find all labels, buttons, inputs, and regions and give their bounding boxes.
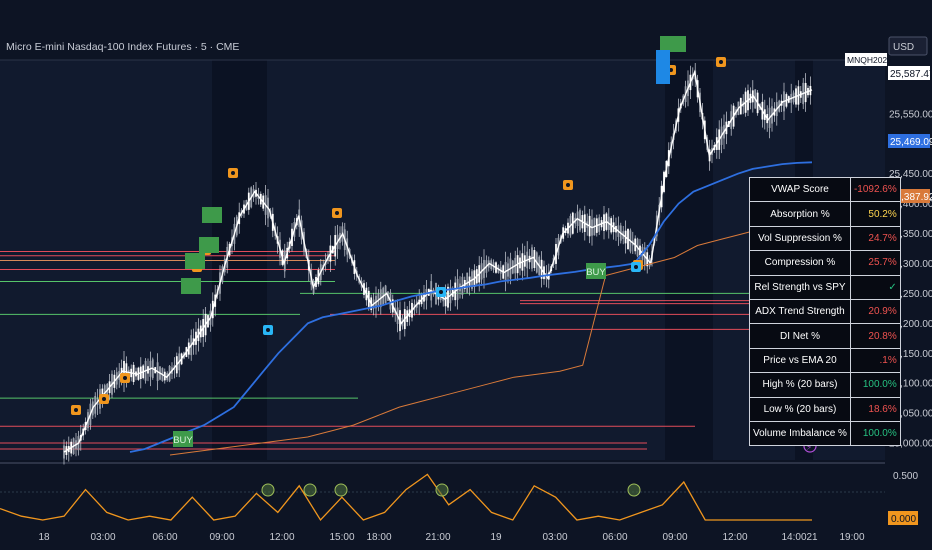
time-tick-label: 18 bbox=[38, 532, 50, 543]
currency-label: USD bbox=[893, 42, 914, 53]
metric-label: ADX Trend Strength bbox=[749, 298, 851, 325]
time-tick-label: 19:00 bbox=[839, 532, 864, 543]
metric-value: 100.0% bbox=[849, 372, 901, 398]
time-tick-label: 19 bbox=[490, 532, 502, 543]
oscillator-marker[interactable] bbox=[627, 483, 641, 497]
time-tick-label: 18:00 bbox=[366, 532, 391, 543]
metric-label: Low % (20 bars) bbox=[749, 396, 851, 422]
time-tick-label: 06:00 bbox=[152, 532, 177, 543]
metric-label: Price vs EMA 20 bbox=[749, 347, 851, 374]
metric-row: Compression % 25.7% bbox=[749, 250, 901, 276]
metric-label: DI Net % bbox=[749, 323, 851, 349]
time-tick-label: 12:00 bbox=[722, 532, 747, 543]
metric-value: -1092.6% bbox=[849, 176, 901, 203]
time-tick-label: 12:00 bbox=[269, 532, 294, 543]
time-tick-label: 03:00 bbox=[90, 532, 115, 543]
signal-box-top[interactable] bbox=[660, 36, 686, 52]
buy-signal-box[interactable] bbox=[202, 207, 222, 223]
oscillator-marker[interactable] bbox=[261, 483, 275, 497]
metric-label: Rel Strength vs SPY bbox=[749, 274, 851, 300]
time-tick-label: 21:00 bbox=[425, 532, 450, 543]
metric-row: Rel Strength vs SPY ✓ bbox=[749, 274, 901, 300]
buy-signal-label: BUY bbox=[586, 267, 606, 278]
signal-dot bbox=[634, 265, 638, 269]
metric-row: VWAP Score -1092.6% bbox=[749, 176, 901, 203]
signal-dot bbox=[123, 376, 127, 380]
time-tick-label: 14:00 bbox=[781, 532, 806, 543]
metric-label: High % (20 bars) bbox=[749, 372, 851, 398]
metric-value: 24.7% bbox=[849, 225, 901, 252]
time-tick-label: 21 bbox=[806, 532, 818, 543]
metric-row: Volume Imbalance % 100.0% bbox=[749, 420, 901, 447]
buy-signal-box[interactable] bbox=[199, 237, 219, 253]
metric-value: 25.7% bbox=[849, 250, 901, 276]
time-tick-label: 03:00 bbox=[542, 532, 567, 543]
metric-value: 18.6% bbox=[849, 396, 901, 422]
metric-value: 100.0% bbox=[849, 420, 901, 447]
metric-row: Price vs EMA 20.1% bbox=[749, 347, 901, 374]
blue-line-price-label: 25,469.09 bbox=[890, 137, 932, 148]
oscillator-marker[interactable] bbox=[334, 483, 348, 497]
time-tick-label: 06:00 bbox=[602, 532, 627, 543]
last-price-label: 25,587.47 bbox=[890, 69, 932, 80]
session-shade bbox=[665, 60, 713, 460]
metric-label: Volume Imbalance % bbox=[749, 420, 851, 447]
metric-value: ✓ bbox=[849, 274, 901, 300]
metrics-table: VWAP Score -1092.6% Absorption % 50.2% Vol S… bbox=[749, 176, 901, 447]
metric-value: 20.8% bbox=[849, 323, 901, 349]
metric-value: 50.2% bbox=[849, 201, 901, 227]
metric-label: VWAP Score bbox=[749, 176, 851, 203]
buy-signal-label: BUY bbox=[173, 435, 193, 446]
signal-dot bbox=[102, 397, 106, 401]
signal-dot bbox=[566, 183, 570, 187]
metric-row: High % (20 bars) 100.0% bbox=[749, 372, 901, 398]
signal-dot bbox=[74, 408, 78, 412]
signal-box-top-blue[interactable] bbox=[656, 50, 670, 84]
buy-signal-box[interactable] bbox=[185, 253, 205, 269]
metric-value: 20.9% bbox=[849, 298, 901, 325]
chart-title: Micro E-mini Nasdaq-100 Index Futures · … bbox=[6, 41, 240, 53]
metric-row: Absorption % 50.2% bbox=[749, 201, 901, 227]
metric-label: Compression % bbox=[749, 250, 851, 276]
signal-dot bbox=[719, 60, 723, 64]
metric-row: Vol Suppression % 24.7% bbox=[749, 225, 901, 252]
signal-dot bbox=[266, 328, 270, 332]
signal-dot bbox=[335, 211, 339, 215]
signal-dot bbox=[439, 290, 443, 294]
time-tick-label: 15:00 bbox=[329, 532, 354, 543]
oscillator-current-label: 0.000 bbox=[891, 514, 916, 525]
buy-signal-box[interactable] bbox=[181, 278, 201, 294]
metric-row: DI Net % 20.8% bbox=[749, 323, 901, 349]
metric-label: Absorption % bbox=[749, 201, 851, 227]
signal-dot bbox=[231, 171, 235, 175]
metric-value: .1% bbox=[849, 347, 901, 374]
time-tick-label: 09:00 bbox=[662, 532, 687, 543]
metric-row: Low % (20 bars) 18.6% bbox=[749, 396, 901, 422]
metric-label: Vol Suppression % bbox=[749, 225, 851, 252]
oscillator-tick: 0.500 bbox=[893, 471, 918, 482]
symbol-tag: MNQH2026 bbox=[847, 55, 892, 65]
oscillator-marker[interactable] bbox=[435, 483, 449, 497]
time-tick-label: 09:00 bbox=[209, 532, 234, 543]
price-tick-label: 25,550.00 bbox=[889, 109, 932, 120]
oscillator-marker[interactable] bbox=[303, 483, 317, 497]
metric-row: ADX Trend Strength 20.9% bbox=[749, 298, 901, 325]
